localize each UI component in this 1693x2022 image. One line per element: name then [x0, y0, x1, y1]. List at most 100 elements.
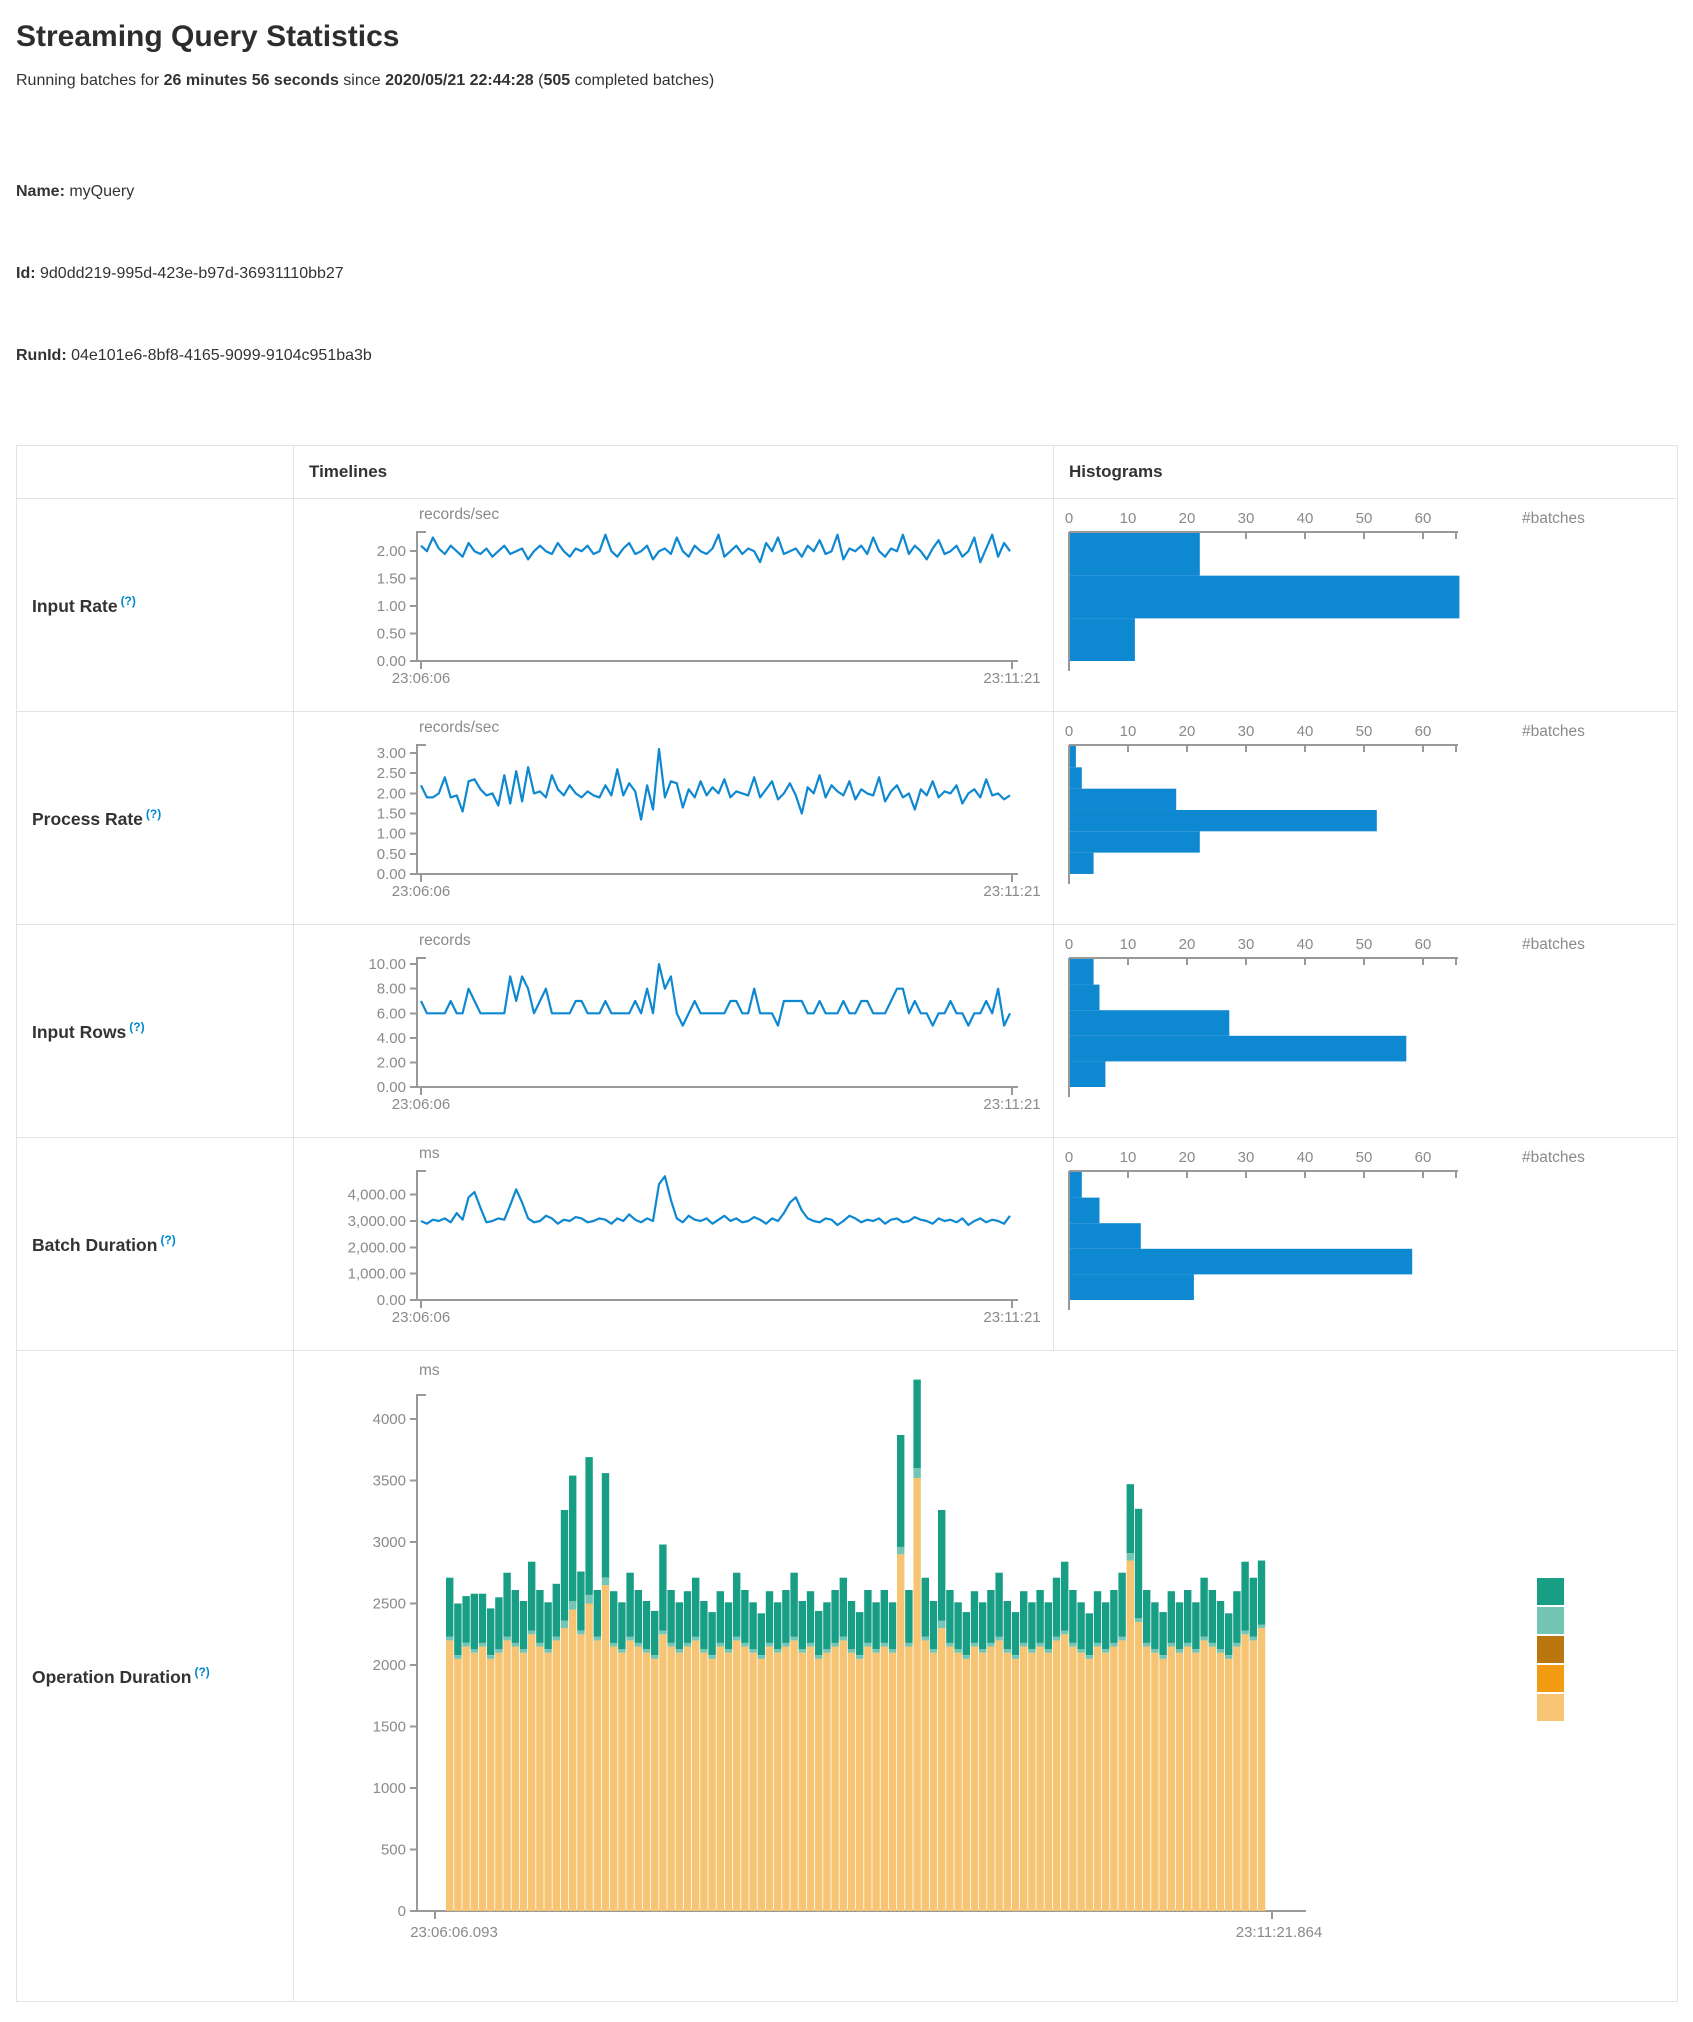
- svg-text:40: 40: [1297, 723, 1314, 740]
- svg-text:40: 40: [1297, 936, 1314, 953]
- help-icon[interactable]: (?): [146, 807, 161, 821]
- svg-text:0: 0: [1065, 1149, 1073, 1166]
- svg-text:23:11:21: 23:11:21: [983, 883, 1040, 900]
- svg-text:0.50: 0.50: [377, 846, 406, 863]
- svg-text:0.50: 0.50: [377, 626, 406, 643]
- svg-text:0: 0: [1065, 510, 1073, 527]
- svg-text:2.00: 2.00: [377, 1054, 406, 1071]
- svg-text:50: 50: [1356, 1149, 1373, 1166]
- paren-open: (: [534, 72, 544, 89]
- svg-text:23:11:21: 23:11:21: [983, 670, 1040, 687]
- query-name-row: Name: myQuery: [16, 178, 1677, 205]
- metric-label: Batch Duration: [32, 1234, 157, 1254]
- legend-swatch-1: [1537, 1607, 1564, 1634]
- running-summary-mid: since: [339, 72, 385, 89]
- batch-duration-histogram-cell: 0102030405060#batches: [1054, 1138, 1678, 1351]
- input-rate-timeline-cell: records/sec0.000.501.001.502.0023:06:062…: [294, 499, 1054, 712]
- svg-text:8.00: 8.00: [377, 981, 406, 998]
- svg-text:23:06:06: 23:06:06: [392, 1309, 450, 1326]
- svg-text:records: records: [419, 932, 471, 949]
- input-rows-histogram-chart: 0102030405060#batches: [1054, 925, 1676, 1137]
- svg-text:1,000.00: 1,000.00: [348, 1266, 406, 1283]
- svg-text:30: 30: [1238, 936, 1255, 953]
- input-rate-histogram-chart: 0102030405060#batches: [1054, 499, 1676, 711]
- svg-text:1.00: 1.00: [377, 598, 406, 615]
- statistics-table: Timelines Histograms Input Rate(?) recor…: [16, 445, 1678, 2002]
- svg-text:1500: 1500: [373, 1719, 406, 1736]
- operation-duration-chart-cell: ms0500100015002000250030003500400023:06:…: [294, 1351, 1678, 2002]
- svg-text:2.50: 2.50: [377, 765, 406, 782]
- legend-swatch-2: [1537, 1636, 1564, 1663]
- svg-text:0: 0: [1065, 936, 1073, 953]
- svg-text:30: 30: [1238, 723, 1255, 740]
- row-batch-duration: Batch Duration(?) ms0.001,000.002,000.00…: [17, 1138, 1678, 1351]
- running-summary: Running batches for 26 minutes 56 second…: [16, 72, 1677, 90]
- help-icon[interactable]: (?): [121, 594, 136, 608]
- completed-batches-suffix: completed batches): [570, 72, 714, 89]
- svg-text:1.00: 1.00: [377, 826, 406, 843]
- page-title: Streaming Query Statistics: [16, 20, 1677, 54]
- svg-text:0.00: 0.00: [377, 1079, 406, 1096]
- query-runid-value: 04e101e6-8bf8-4165-9099-9104c951ba3b: [67, 347, 372, 364]
- legend-swatch-3: [1537, 1665, 1564, 1692]
- help-icon[interactable]: (?): [160, 1233, 175, 1247]
- svg-text:0: 0: [1065, 723, 1073, 740]
- help-icon[interactable]: (?): [129, 1020, 144, 1034]
- query-info: Name: myQuery Id: 9d0dd219-995d-423e-b97…: [16, 124, 1677, 423]
- svg-text:#batches: #batches: [1522, 723, 1585, 740]
- row-input-rate: Input Rate(?) records/sec0.000.501.001.5…: [17, 499, 1678, 712]
- start-timestamp: 2020/05/21 22:44:28: [385, 72, 534, 89]
- metric-column-header: [17, 446, 294, 499]
- query-name-label: Name:: [16, 183, 65, 200]
- running-duration: 26 minutes 56 seconds: [164, 72, 339, 89]
- svg-text:6.00: 6.00: [377, 1005, 406, 1022]
- svg-text:2500: 2500: [373, 1596, 406, 1613]
- svg-text:3000: 3000: [373, 1534, 406, 1551]
- svg-text:23:11:21: 23:11:21: [983, 1096, 1040, 1113]
- row-operation-duration: Operation Duration(?) ms0500100015002000…: [17, 1351, 1678, 2002]
- input-rate-label-cell: Input Rate(?): [17, 499, 294, 712]
- query-runid-row: RunId: 04e101e6-8bf8-4165-9099-9104c951b…: [16, 342, 1677, 369]
- metric-label: Process Rate: [32, 808, 143, 828]
- help-icon[interactable]: (?): [194, 1665, 209, 1679]
- svg-text:4.00: 4.00: [377, 1030, 406, 1047]
- streaming-query-statistics-page: Streaming Query Statistics Running batch…: [0, 0, 1693, 2022]
- svg-text:20: 20: [1179, 510, 1196, 527]
- svg-text:10: 10: [1120, 510, 1137, 527]
- process-rate-label-cell: Process Rate(?): [17, 712, 294, 925]
- query-runid-label: RunId:: [16, 347, 67, 364]
- svg-text:2.00: 2.00: [377, 785, 406, 802]
- query-id-label: Id:: [16, 265, 36, 282]
- svg-text:2.00: 2.00: [377, 543, 406, 560]
- svg-text:23:06:06: 23:06:06: [392, 670, 450, 687]
- input-rate-histogram-cell: 0102030405060#batches: [1054, 499, 1678, 712]
- svg-text:50: 50: [1356, 936, 1373, 953]
- svg-text:1000: 1000: [373, 1780, 406, 1797]
- svg-text:10: 10: [1120, 723, 1137, 740]
- metric-label: Operation Duration: [32, 1666, 191, 1686]
- svg-text:#batches: #batches: [1522, 936, 1585, 953]
- svg-text:3,000.00: 3,000.00: [348, 1213, 406, 1230]
- histograms-column-header: Histograms: [1054, 446, 1678, 499]
- operation-duration-label-cell: Operation Duration(?): [17, 1351, 294, 2002]
- row-input-rows: Input Rows(?) records0.002.004.006.008.0…: [17, 925, 1678, 1138]
- svg-text:23:06:06: 23:06:06: [392, 883, 450, 900]
- svg-text:1.50: 1.50: [377, 571, 406, 588]
- query-id-value: 9d0dd219-995d-423e-b97d-36931110bb27: [36, 265, 344, 282]
- svg-text:3.00: 3.00: [377, 745, 406, 762]
- svg-text:30: 30: [1238, 510, 1255, 527]
- svg-text:60: 60: [1415, 936, 1432, 953]
- input-rows-histogram-cell: 0102030405060#batches: [1054, 925, 1678, 1138]
- svg-text:records/sec: records/sec: [419, 719, 499, 736]
- svg-text:23:06:06.093: 23:06:06.093: [410, 1924, 498, 1941]
- svg-text:0.00: 0.00: [377, 1292, 406, 1309]
- process-rate-histogram-cell: 0102030405060#batches: [1054, 712, 1678, 925]
- svg-text:60: 60: [1415, 1149, 1432, 1166]
- svg-text:10: 10: [1120, 936, 1137, 953]
- svg-text:50: 50: [1356, 723, 1373, 740]
- legend-swatch-4: [1537, 1694, 1564, 1721]
- input-rate-timeline-chart: records/sec0.000.501.001.502.0023:06:062…: [294, 499, 1052, 711]
- svg-text:60: 60: [1415, 510, 1432, 527]
- batch-duration-label-cell: Batch Duration(?): [17, 1138, 294, 1351]
- batch-duration-timeline-cell: ms0.001,000.002,000.003,000.004,000.0023…: [294, 1138, 1054, 1351]
